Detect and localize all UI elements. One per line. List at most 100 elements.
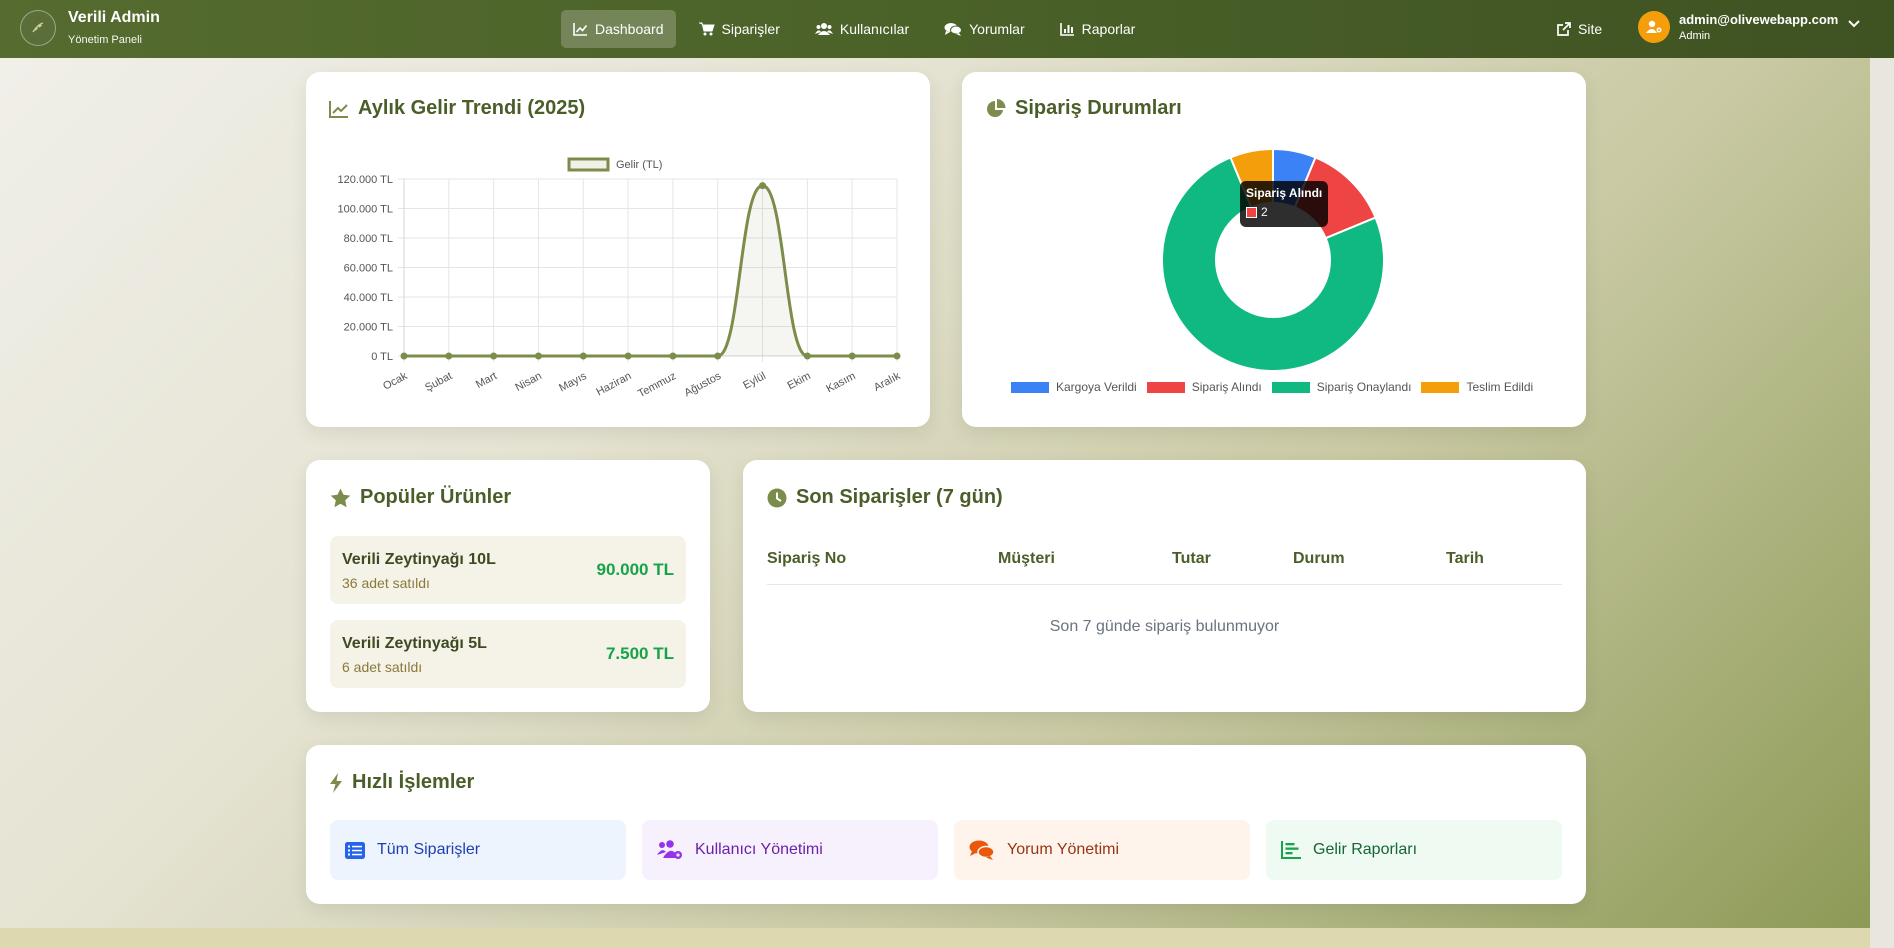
donut-legend: Kargoya Verildi Sipariş Alındı Sipariş Ona… [1011,380,1543,394]
site-link-label: Site [1578,21,1603,37]
nav-dashboard[interactable]: Dashboard [561,10,676,48]
y-tick-label: 40.000 TL [344,292,393,304]
scrollbar-track[interactable] [1870,0,1894,948]
all-orders-button[interactable]: Tüm Siparişler [330,820,626,880]
legend-item[interactable]: Sipariş Onaylandı [1271,380,1412,394]
brand[interactable]: Verili Admin Yönetim Paneli [20,9,160,47]
nav-users[interactable]: Kullanıcılar [803,10,921,48]
x-tick-label: Mart [474,370,499,391]
order-status-donut-chart [1161,147,1385,372]
user-cog-icon [1646,20,1662,33]
list-item[interactable]: Verili Zeytinyağı 5L 6 adet satıldı 7.50… [330,620,686,688]
all-orders-label: Tüm Siparişler [377,841,481,858]
tooltip-swatch [1246,207,1257,218]
revenue-reports-label: Gelir Raporları [1313,841,1418,858]
recent-orders-title: Son Siparişler (7 gün) [767,486,1003,509]
column-header-date[interactable]: Tarih [1446,550,1484,568]
legend-label: Teslim Edildi [1466,380,1534,394]
cart-icon [698,22,715,36]
chevron-down-icon [1848,20,1861,28]
chart-bar-icon [1059,23,1074,36]
chart-line-icon [573,23,588,36]
nav-orders[interactable]: Siparişler [687,10,792,48]
user-email: admin@olivewebapp.com [1679,11,1839,27]
series-area [404,185,897,356]
clock-icon [767,488,787,507]
data-point [490,352,498,360]
user-management-label: Kullanıcı Yönetimi [695,841,823,858]
comment-management-button[interactable]: Yorum Yönetimi [954,820,1250,880]
data-point [714,352,722,360]
legend-label: Gelir (TL) [616,159,662,171]
brand-subtitle: Yönetim Paneli [68,34,142,46]
user-role: Admin [1679,29,1711,42]
legend-label: Sipariş Alındı [1191,380,1262,394]
x-tick-label: Ağustos [682,370,723,399]
product-sold-count: 6 adet satıldı [342,659,423,675]
legend-swatch [1421,381,1460,393]
legend-label: Sipariş Onaylandı [1316,380,1412,394]
legend-swatch [1146,381,1185,393]
data-point [893,352,901,360]
data-point [624,352,632,360]
x-tick-label: Ocak [381,370,410,393]
revenue-line-chart: Gelir (TL) 0 TL 20.000 TL 40.000 TL 60.000 T… [338,157,903,400]
chart-tooltip: Sipariş Alındı 2 [1240,181,1328,227]
comments-icon [944,23,963,36]
legend-swatch [1011,381,1049,393]
nav-reports-label: Raporlar [1081,21,1136,37]
y-tick-label: 60.000 TL [344,263,393,275]
x-tick-label: Temmuz [636,370,678,400]
x-tick-label: Şubat [423,370,454,394]
main-nav: Dashboard Siparişler Kullanıcılar Yoruml… [561,10,1158,48]
comment-management-label: Yorum Yönetimi [1007,841,1120,858]
list-icon [345,841,365,859]
olive-logo-icon [20,10,56,46]
list-item[interactable]: Verili Zeytinyağı 10L 36 adet satıldı 90… [330,536,686,604]
y-tick-label: 20.000 TL [344,322,393,334]
column-header-customer[interactable]: Müşteri [998,550,1055,568]
legend-item[interactable]: Kargoya Verildi [1011,380,1137,394]
x-tick-label: Eylül [741,370,768,392]
brand-title: Verili Admin [68,9,160,26]
data-point [534,352,542,360]
nav-reports[interactable]: Raporlar [1048,10,1148,48]
nav-comments[interactable]: Yorumlar [932,10,1037,48]
user-management-button[interactable]: Kullanıcı Yönetimi [642,820,938,880]
users-cog-icon [657,840,682,859]
x-tick-label: Aralık [872,370,903,394]
quick-actions-title-text: Hızlı İşlemler [352,771,475,793]
column-header-amount[interactable]: Tutar [1172,550,1211,568]
x-tick-label: Kasım [824,370,857,395]
series-line [404,184,897,358]
revenue-reports-button[interactable]: Gelir Raporları [1266,820,1562,880]
empty-state-message: Son 7 günde sipariş bulunmuyor [1049,618,1280,635]
comments-icon [969,840,995,860]
external-link-icon [1557,21,1571,36]
table-header-divider [767,584,1562,585]
product-name: Verili Zeytinyağı 10L [342,551,496,568]
avatar [1638,11,1670,43]
x-tick-label: Nisan [513,370,543,394]
legend-label: Kargoya Verildi [1056,380,1137,394]
site-link[interactable]: Site [1556,10,1602,48]
chart-bar-icon [1281,841,1301,859]
y-tick-label: 120.000 TL [338,174,393,186]
column-header-order-no[interactable]: Sipariş No [767,550,846,568]
users-icon [814,23,833,35]
x-tick-label: Ekim [786,370,813,392]
legend-item[interactable]: Sipariş Alındı [1146,380,1262,394]
bottom-strip [0,928,1894,948]
data-point [848,352,856,360]
nav-users-label: Kullanıcılar [839,21,910,37]
bolt-icon [330,772,342,793]
nav-comments-label: Yorumlar [969,21,1025,37]
product-sold-count: 36 adet satıldı [342,575,430,591]
user-menu[interactable]: admin@olivewebapp.com Admin [1638,11,1861,43]
star-icon [330,488,351,507]
legend-item[interactable]: Teslim Edildi [1421,380,1533,394]
quick-actions-title: Hızlı İşlemler [329,771,474,794]
column-header-status[interactable]: Durum [1293,550,1345,568]
nav-dashboard-label: Dashboard [595,21,664,37]
x-tick-label: Mayıs [557,370,589,395]
